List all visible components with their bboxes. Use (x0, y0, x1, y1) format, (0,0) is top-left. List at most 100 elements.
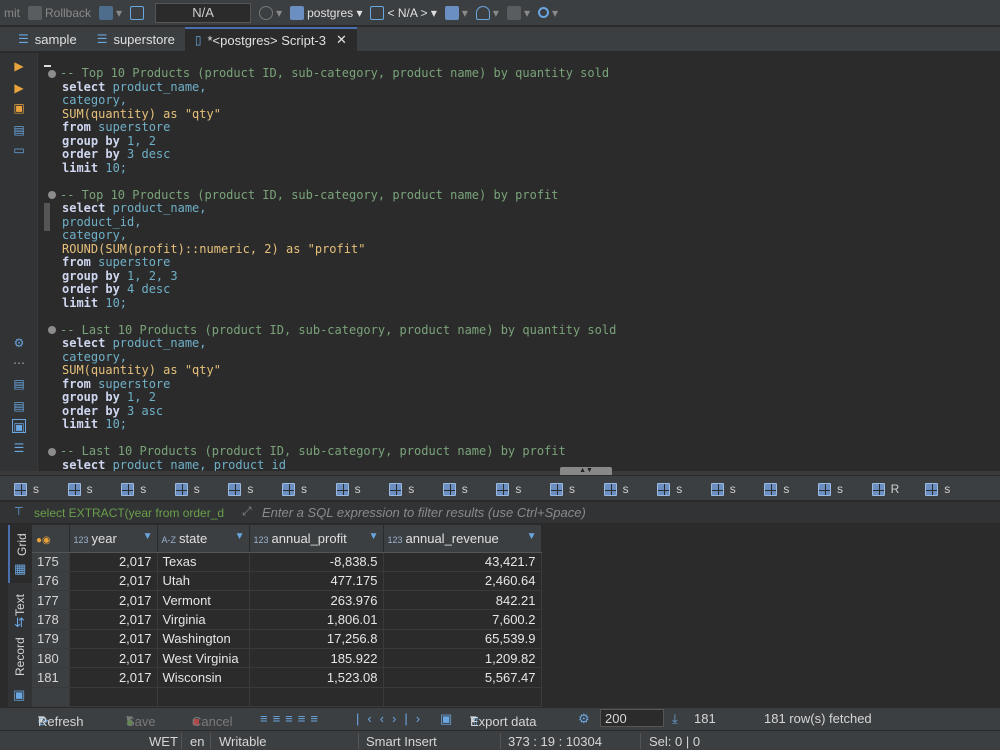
edit-row-icons[interactable]: ≡≡≡≡≡ (260, 711, 323, 726)
layout-button[interactable]: ▾ (503, 0, 534, 26)
connection-field[interactable]: N/A (155, 2, 252, 23)
table-cell[interactable]: 263.976 (249, 590, 384, 611)
navigation-icons[interactable]: |‹‹›|› (356, 711, 428, 726)
table-row[interactable]: 175 2,017 Texas -8,838.5 43,421.7 (32, 552, 542, 572)
fetch-size-input[interactable]: 200 (600, 709, 664, 727)
output-icon[interactable]: ▤ (12, 377, 26, 391)
table-cell[interactable]: 1,523.08 (249, 667, 384, 688)
column-header-year[interactable]: 123 year ▼ (69, 525, 158, 553)
table-cell[interactable]: Vermont (157, 590, 250, 611)
fold-marker-icon[interactable] (48, 447, 56, 456)
result-tab[interactable]: s (121, 480, 146, 498)
fold-marker-icon[interactable] (48, 326, 56, 334)
table-cell[interactable]: Washington (157, 629, 250, 649)
table-cell[interactable]: 2,460.64 (383, 571, 542, 592)
mode-status[interactable]: Writable (219, 734, 266, 749)
result-tab[interactable]: s (67, 480, 93, 498)
refresh-button[interactable]: ⟳ Refresh ▾ (38, 711, 84, 729)
table-cell[interactable]: West Virginia (157, 648, 250, 669)
table-cell[interactable]: Wisconsin (157, 667, 250, 688)
result-tab[interactable]: R (871, 480, 899, 498)
table-cell[interactable]: Texas (157, 552, 250, 572)
table-cell[interactable]: 2,017 (69, 648, 158, 669)
tab-superstore[interactable]: ☰ superstore (87, 27, 185, 51)
schema-selector[interactable]: < N/A > ▾ (366, 0, 440, 26)
log-icon[interactable]: ▤ (12, 399, 26, 413)
table-cell[interactable]: 842.21 (383, 590, 542, 611)
sort-filter-icon[interactable]: ▼ (235, 531, 245, 542)
load-script-icon[interactable]: ▤ (12, 123, 26, 137)
results-grid[interactable]: ●◉ 123 year ▼ A-Z state ▼ 123 annual_profit ▼ 123… (32, 525, 1000, 707)
close-icon[interactable]: ✕ (336, 32, 347, 48)
table-cell[interactable]: 43,421.7 (383, 552, 542, 572)
fold-marker-icon[interactable] (48, 191, 56, 199)
table-cell[interactable]: 17,256.8 (249, 629, 384, 649)
table-row[interactable]: 179 2,017 Washington 17,256.8 65,539.9 (32, 629, 542, 649)
table-row[interactable]: 177 2,017 Vermont 263.976 842.21 (32, 590, 542, 611)
filter-query-preview[interactable]: select EXTRACT(year from order_d (34, 506, 234, 520)
table-row[interactable]: 181 2,017 Wisconsin 1,523.08 5,567.47 (32, 667, 542, 688)
insert-status[interactable]: Smart Insert (366, 734, 437, 749)
save-button[interactable]: ● Save ▾ (126, 711, 156, 729)
result-tab[interactable]: s (657, 480, 682, 498)
column-header-annual-profit[interactable]: 123 annual_profit ▼ (249, 525, 384, 553)
result-tab[interactable]: s (282, 480, 307, 498)
table-cell[interactable]: 5,567.47 (383, 667, 542, 688)
panel-icon[interactable]: ▣ (12, 419, 26, 434)
lock-button[interactable] (126, 0, 151, 26)
table-cell[interactable]: 2,017 (69, 667, 158, 688)
column-header-state[interactable]: A-Z state ▼ (157, 525, 250, 553)
sort-filter-icon[interactable]: ▼ (143, 531, 153, 542)
settings-icon[interactable]: ⚙ (12, 336, 26, 350)
table-row[interactable]: 178 2,017 Virginia 1,806.01 7,600.2 (32, 609, 542, 630)
table-cell[interactable]: 1,209.82 (383, 648, 542, 669)
result-tab[interactable]: s (603, 480, 629, 498)
tab-text[interactable]: Text ⇵ (8, 585, 32, 631)
result-tab[interactable]: s (764, 480, 789, 498)
tab-grid[interactable]: Grid ▦ (8, 525, 32, 583)
table-row[interactable]: 176 2,017 Utah 477.175 2,460.64 (32, 571, 542, 592)
execute-script-icon[interactable]: ▶ (12, 81, 26, 95)
result-tab[interactable]: s (496, 480, 521, 498)
sort-filter-icon[interactable]: ▼ (369, 531, 379, 542)
splitter-handle[interactable]: ▲▼ (560, 467, 612, 475)
code-area[interactable]: -- Top 10 Products (product ID, sub-cate… (48, 66, 616, 471)
table-cell[interactable]: 477.175 (249, 571, 384, 592)
commit-button[interactable]: mit (0, 0, 24, 26)
table-cell[interactable]: 2,017 (69, 590, 158, 611)
execute-statement-icon[interactable]: ▶ (12, 59, 26, 73)
more-icon[interactable]: ⋯ (12, 356, 26, 370)
result-tab[interactable]: s (389, 480, 414, 498)
column-header-annual-revenue[interactable]: 123 annual_revenue ▼ (383, 525, 542, 553)
export-button[interactable]: ⇧ Export data ▾ (470, 711, 537, 729)
dashboard-button[interactable]: ▾ (472, 0, 503, 26)
fold-marker-icon[interactable] (48, 69, 56, 78)
history-button[interactable]: ▾ (255, 0, 286, 26)
transaction-mode-button[interactable]: ▾ (95, 0, 126, 26)
result-tab[interactable]: s (228, 480, 253, 498)
table-row[interactable]: 180 2,017 West Virginia 185.922 1,209.82 (32, 648, 542, 669)
explain-plan-icon[interactable]: ▣ (12, 101, 26, 115)
outline-icon[interactable]: ☰ (12, 441, 26, 455)
database-selector[interactable]: postgres ▾ (286, 0, 366, 26)
result-tab[interactable]: s (818, 480, 843, 498)
tab-script-3[interactable]: ▯ *<postgres> Script-3 ✕ (184, 27, 357, 51)
tab-record[interactable]: Record ▣ (8, 635, 32, 705)
rollback-button[interactable]: Rollback (24, 0, 95, 26)
panels-icon[interactable]: ▣ (440, 711, 452, 727)
fetch-next-icon[interactable]: ⤓ (672, 711, 678, 727)
format-button[interactable]: ▾ (441, 0, 472, 26)
panel-splitter[interactable] (0, 471, 1000, 475)
table-cell[interactable]: Virginia (157, 609, 250, 630)
tab-sample[interactable]: ☰ sample (8, 27, 87, 51)
result-tab[interactable]: s (14, 480, 39, 498)
result-tab[interactable]: s (550, 480, 575, 498)
search-button[interactable]: ▾ (534, 0, 562, 26)
table-cell[interactable]: 2,017 (69, 629, 158, 649)
sort-filter-icon[interactable]: ▼ (527, 531, 537, 542)
table-cell[interactable]: 2,017 (69, 609, 158, 630)
result-tab[interactable]: s (710, 480, 736, 498)
table-cell[interactable]: 1,806.01 (249, 609, 384, 630)
result-tab[interactable]: s (174, 480, 200, 498)
expand-icon[interactable]: ⤢ (242, 504, 252, 519)
